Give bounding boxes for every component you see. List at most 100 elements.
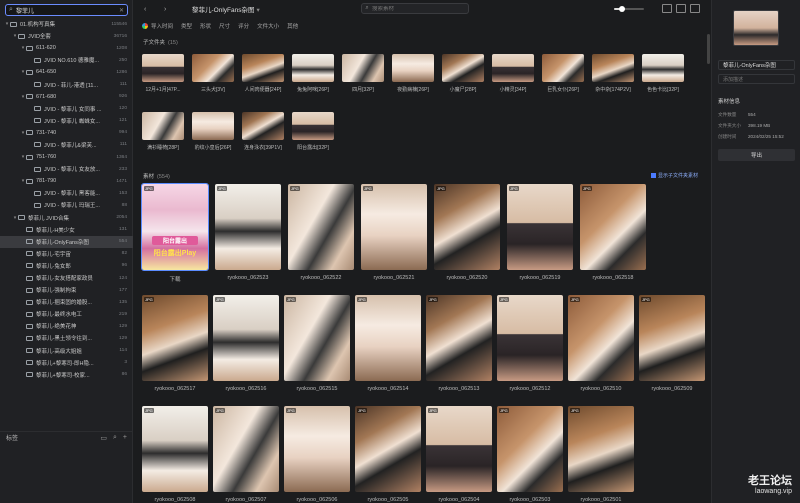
material-search[interactable]: ⌕ bbox=[361, 3, 469, 14]
folder-tree-item[interactable]: 黎菲儿-宅宇宙 82 bbox=[0, 248, 133, 260]
color-filter-icon[interactable] bbox=[142, 23, 148, 29]
folder-tree-item[interactable]: 黎菲儿+黎寒司-即H隐... 3 bbox=[0, 357, 133, 369]
folder-tree-item[interactable]: ▾ 751-760 1364 bbox=[0, 151, 133, 163]
folder-tree-item[interactable]: JVID NO.610 德雅魔... 250 bbox=[0, 54, 133, 66]
subfolder-card[interactable]: 小魔尸[28P] bbox=[442, 54, 484, 98]
inspector-toggle-icon[interactable] bbox=[690, 4, 700, 13]
scrollbar[interactable] bbox=[707, 34, 710, 64]
material-card[interactable]: JPG ryokooo_062515 bbox=[284, 295, 350, 392]
material-card[interactable]: JPG 阳台露出 阳台露出Play 下载 bbox=[141, 183, 209, 283]
subfolder-card[interactable]: 巨乳女仆[26P] bbox=[542, 54, 584, 98]
subfolder-card[interactable]: 人间肉便器[24P] bbox=[242, 54, 284, 98]
material-card[interactable]: JPG ryokooo_062518 bbox=[580, 184, 646, 281]
tag-filter-icon[interactable]: ▭ bbox=[100, 434, 107, 442]
material-card[interactable]: JPG ryokooo_062505 bbox=[355, 406, 421, 503]
zoom-slider-knob[interactable] bbox=[618, 6, 625, 12]
zoom-slider[interactable] bbox=[614, 6, 644, 12]
tags-label[interactable]: 标签 bbox=[6, 433, 94, 442]
material-card[interactable]: JPG ryokooo_062523 bbox=[215, 184, 281, 281]
folder-tree-item[interactable]: JVID - 黎菲儿 黑客能... 153 bbox=[0, 187, 133, 199]
folder-tree-item[interactable]: ▾ 611-620 1208 bbox=[0, 42, 133, 54]
subfolder-card[interactable]: 连身泳衣[39P1V] bbox=[242, 112, 284, 156]
folder-tree-item[interactable]: ▾ 641-650 1286 bbox=[0, 66, 133, 78]
subfolder-card[interactable]: 12月+1月[47P... bbox=[142, 54, 184, 98]
folder-tree-item[interactable]: 黎菲儿-OnlyFans杂图 554 bbox=[0, 235, 133, 248]
subfolder-card[interactable]: 三头犬[3V] bbox=[192, 54, 234, 98]
preview-icon[interactable] bbox=[676, 4, 686, 13]
material-card[interactable]: JPG ryokooo_062516 bbox=[213, 295, 279, 392]
folder-tree-item[interactable]: JVID - 黎菲儿 蜘蛛女... 121 bbox=[0, 115, 133, 127]
folder-tree-item[interactable]: JVID - 黎菲儿 玛瑞王... 88 bbox=[0, 199, 133, 211]
subfolder-card[interactable]: 小精灵[34P] bbox=[492, 54, 534, 98]
tag-add-icon[interactable]: + bbox=[123, 434, 127, 441]
material-card[interactable]: JPG ryokooo_062510 bbox=[568, 295, 634, 392]
folder-tree-item[interactable]: 黎菲儿-女友搭配家政员 124 bbox=[0, 272, 133, 284]
info-key: 文件数量 bbox=[718, 112, 737, 117]
back-icon[interactable]: ‹ bbox=[144, 6, 154, 13]
folder-tree-item[interactable]: 黎菲儿-高级大姐姐 114 bbox=[0, 345, 133, 357]
folder-tree-item[interactable]: ▾ JVID全套 36716 bbox=[0, 30, 133, 42]
material-card[interactable]: JPG ryokooo_062522 bbox=[288, 184, 354, 281]
folder-tree-item[interactable]: ▾ 731-740 994 bbox=[0, 127, 133, 139]
folder-search[interactable]: ⌕ ✕ bbox=[5, 4, 128, 16]
material-card[interactable]: JPG ryokooo_062507 bbox=[213, 406, 279, 503]
folder-tree-item[interactable]: ▾ 781-790 1471 bbox=[0, 175, 133, 187]
material-card[interactable]: JPG ryokooo_062504 bbox=[426, 406, 492, 503]
filter-5[interactable]: 文件大小 bbox=[257, 22, 279, 30]
material-card[interactable]: JPG ryokooo_062519 bbox=[507, 184, 573, 281]
forward-icon[interactable]: › bbox=[164, 6, 174, 13]
grid-view-icon[interactable] bbox=[662, 4, 672, 13]
subfolder-card[interactable]: 四月[32P] bbox=[342, 54, 384, 98]
material-card[interactable]: JPG ryokooo_062512 bbox=[497, 295, 563, 392]
clear-icon[interactable]: ✕ bbox=[119, 7, 127, 14]
material-card[interactable]: JPG ryokooo_062501 bbox=[568, 406, 634, 503]
folder-tree-item[interactable]: 黎菲儿-捆束固的婚股... 135 bbox=[0, 296, 133, 308]
filter-4[interactable]: 评分 bbox=[238, 22, 249, 30]
folder-tree-item[interactable]: ▾ 01.机构写真集 115546 bbox=[0, 18, 133, 30]
material-card[interactable]: JPG ryokooo_062509 bbox=[639, 295, 705, 392]
material-card[interactable]: JPG ryokooo_062514 bbox=[355, 295, 421, 392]
material-card[interactable]: JPG ryokooo_062503 bbox=[497, 406, 563, 503]
folder-tree-item[interactable]: JVID - 黎菲儿 女友放... 233 bbox=[0, 163, 133, 175]
material-card[interactable]: JPG ryokooo_062517 bbox=[142, 295, 208, 392]
filter-3[interactable]: 尺寸 bbox=[219, 22, 230, 30]
material-card[interactable]: JPG ryokooo_062506 bbox=[284, 406, 350, 503]
subfolder-card[interactable]: 兔兔阿咪[26P] bbox=[292, 54, 334, 98]
filter-0[interactable]: 导入时间 bbox=[151, 22, 173, 30]
tag-search-icon[interactable]: ⌕ bbox=[113, 434, 117, 442]
folder-tree-item[interactable]: 黎菲儿-黑土领令往到... 129 bbox=[0, 332, 133, 344]
filter-1[interactable]: 类型 bbox=[181, 22, 192, 30]
subfolder-card[interactable]: 夜勤病棟[26P] bbox=[392, 54, 434, 98]
subfolder-card[interactable]: 豹纹小皇后[26P] bbox=[192, 112, 234, 156]
folder-tree-item[interactable]: JVID - 菲儿-港透 [11... 111 bbox=[0, 78, 133, 90]
folder-tree-item[interactable]: ▾ 黎菲儿 JVID合集 2054 bbox=[0, 212, 133, 224]
filter-6[interactable]: 其他 bbox=[287, 22, 298, 30]
material-card[interactable]: JPG ryokooo_062521 bbox=[361, 184, 427, 281]
material-search-input[interactable] bbox=[372, 5, 468, 12]
folder-tree-item[interactable]: JVID - 黎菲儿 女同事 ... 120 bbox=[0, 103, 133, 115]
folder-tree-item[interactable]: 黎菲儿-兔女郎 96 bbox=[0, 260, 133, 272]
subfolder-card[interactable]: 杂中杂[174P2V] bbox=[592, 54, 634, 98]
folder-tree-item[interactable]: JVID - 黎菲儿&梁芙... 111 bbox=[0, 139, 133, 151]
folder-tree-item[interactable]: 黎菲儿-绝美花神 129 bbox=[0, 320, 133, 332]
show-subfolder-toggle[interactable]: 显示子文件夹素材 bbox=[650, 172, 698, 179]
subfolder-card[interactable]: 阳台露出[32P] bbox=[292, 112, 334, 156]
name-field[interactable]: 黎菲儿-OnlyFans杂图 bbox=[718, 60, 795, 70]
folder-tree-item[interactable]: 黎菲儿-最终水电工 219 bbox=[0, 308, 133, 320]
subfolder-card[interactable]: 满衫睡椅[28P] bbox=[142, 112, 184, 156]
page-title[interactable]: 黎菲儿-OnlyFans杂图 ▾ bbox=[192, 4, 260, 14]
filter-2[interactable]: 形状 bbox=[200, 22, 211, 30]
cover-caption: 阳台露出 bbox=[152, 236, 198, 245]
note-field[interactable]: 添加描述 bbox=[718, 74, 795, 84]
folder-search-input[interactable] bbox=[16, 5, 119, 15]
folder-tree-item[interactable]: 黎菲儿+黎寒司-校家... 86 bbox=[0, 369, 133, 381]
folder-tree-item[interactable]: ▾ 671-680 926 bbox=[0, 91, 133, 103]
folder-tree-item[interactable]: 黎菲儿-H美少女 131 bbox=[0, 224, 133, 236]
folder-tree-item[interactable]: 黎菲儿-强制拘束 177 bbox=[0, 284, 133, 296]
material-card[interactable]: JPG ryokooo_062520 bbox=[434, 184, 500, 281]
export-button[interactable]: 导出 bbox=[718, 149, 795, 161]
material-card[interactable]: JPG ryokooo_062513 bbox=[426, 295, 492, 392]
subfolder-card[interactable]: 色色卡比[32P] bbox=[642, 54, 684, 98]
subfolder-heading[interactable]: 子文件夹 (15) bbox=[143, 38, 178, 46]
material-card[interactable]: JPG ryokooo_062508 bbox=[142, 406, 208, 503]
